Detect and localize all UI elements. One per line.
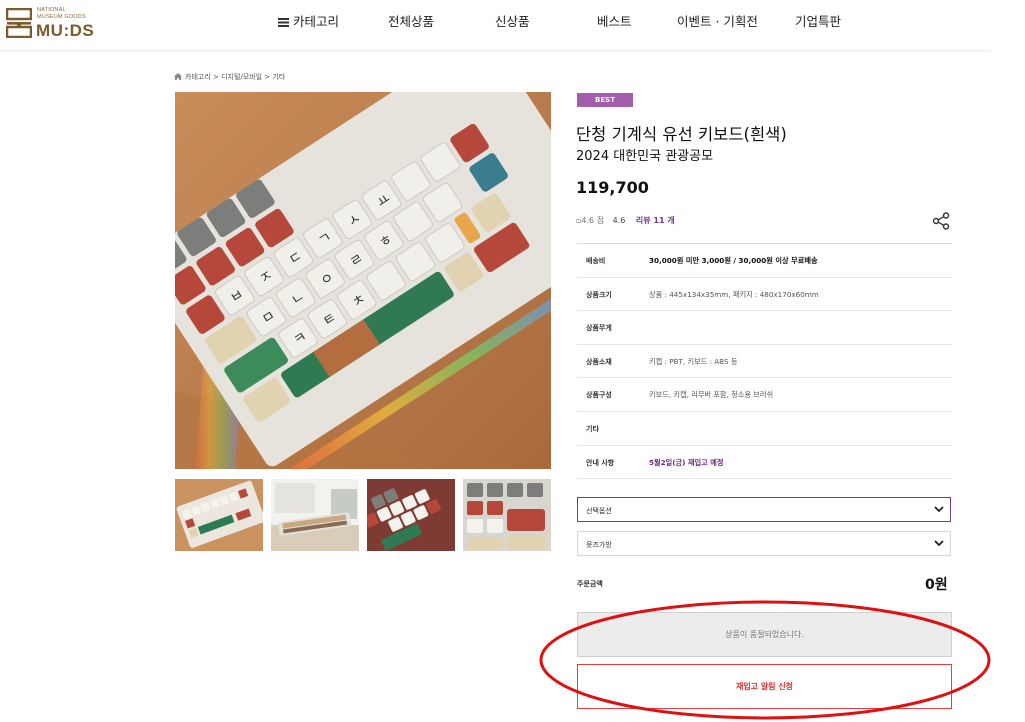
info-value: 상품 : 445x134x35mm, 패키지 : 480x170x60mm (649, 289, 819, 299)
info-label: 상품크기 (586, 290, 612, 299)
soldout-button[interactable]: 상품이 품절되었습니다. (577, 612, 952, 657)
bag-select-value: 뮷즈가방 (586, 541, 612, 549)
rating-value: 4.6 (612, 216, 626, 225)
info-label: 기타 (586, 424, 599, 433)
home-icon[interactable] (174, 73, 182, 80)
order-amount-value: 0원 (925, 577, 948, 593)
bag-select[interactable]: 뮷즈가방 (577, 531, 951, 556)
logo-small-text: NATIONAL MUSEUM GOODS (37, 7, 86, 20)
review-link[interactable]: 리뷰 11 개 (636, 216, 675, 225)
info-row-notice: 안내 사항 5월2일(금) 재입고 예정 (577, 446, 952, 480)
nav-best[interactable]: 베스트 (597, 11, 632, 30)
breadcrumb-text[interactable]: 카테고리 > 디지털/모바일 > 기타 (185, 73, 285, 81)
rating-image: ▫4.6 점 (576, 216, 605, 225)
info-label: 안내 사항 (586, 458, 615, 467)
nav-all-products[interactable]: 전체상품 (388, 11, 434, 30)
chevron-down-icon (934, 506, 944, 513)
info-label: 상품구성 (586, 391, 612, 400)
logo-mark-icon (6, 8, 32, 38)
info-value: 5월2일(금) 재입고 예정 (649, 457, 724, 467)
thumbnail-image (463, 479, 551, 551)
info-value: 키보드, 키캡, 리무버 포함, 청소용 브러쉬 (649, 390, 774, 400)
option-select[interactable]: 선택옵션 (577, 497, 951, 522)
breadcrumb: 카테고리 > 디지털/모바일 > 기타 (174, 72, 285, 82)
nav-new-products[interactable]: 신상품 (495, 11, 530, 30)
product-subtitle: 2024 대한민국 관광공모 (576, 149, 714, 164)
restock-alert-button[interactable]: 재입고 알림 신청 (577, 664, 952, 709)
site-logo[interactable]: NATIONAL MUSEUM GOODS MU:DS (6, 6, 96, 40)
product-title: 단청 기계식 유선 키보드(흰색) (576, 125, 787, 144)
product-thumbnail-1[interactable] (175, 479, 263, 551)
info-row-composition: 상품구성 키보드, 키캡, 리무버 포함, 청소용 브러쉬 (577, 378, 952, 412)
product-thumbnail-3[interactable] (367, 479, 455, 551)
info-row-etc: 기타 (577, 412, 952, 446)
info-row-weight: 상품무게 (577, 311, 952, 345)
info-row-size: 상품크기 상품 : 445x134x35mm, 패키지 : 480x170x60… (577, 278, 952, 312)
site-header: NATIONAL MUSEUM GOODS MU:DS 카테고리 전체상품 신상… (0, 0, 990, 51)
option-select-value: 선택옵션 (586, 507, 612, 515)
order-amount-label: 주문금액 (577, 580, 603, 588)
product-main-image[interactable]: ㅂㅈㄷ ㄱㅅㅛ ㅁㄴㅇ ㄹㅎ ㅋㅌㅊ (175, 92, 551, 469)
chevron-down-icon (934, 540, 944, 547)
menu-icon (278, 18, 289, 27)
thumbnail-image (271, 479, 359, 551)
thumbnail-image (175, 479, 263, 551)
product-info-table: 배송비 30,000원 미만 3,000원 / 30,000원 이상 무료배송 … (577, 243, 952, 480)
info-label: 상품소재 (586, 357, 612, 366)
info-value: 키캡 : PBT, 키보드 : ABS 등 (649, 356, 738, 366)
share-icon[interactable] (932, 212, 950, 230)
nav-events[interactable]: 이벤트 · 기획전 (677, 11, 758, 30)
keyboard-photo: ㅂㅈㄷ ㄱㅅㅛ ㅁㄴㅇ ㄹㅎ ㅋㅌㅊ (175, 92, 551, 469)
thumbnail-image (367, 479, 455, 551)
info-row-material: 상품소재 키캡 : PBT, 키보드 : ABS 등 (577, 345, 952, 379)
info-row-shipping: 배송비 30,000원 미만 3,000원 / 30,000원 이상 무료배송 (577, 244, 952, 278)
logo-wordmark: MU:DS (36, 21, 95, 40)
best-badge: BEST (577, 93, 633, 107)
product-thumbnail-2[interactable] (271, 479, 359, 551)
info-label: 상품무게 (586, 324, 612, 333)
nav-corporate[interactable]: 기업특판 (795, 11, 841, 30)
info-label: 배송비 (586, 257, 606, 265)
product-price: 119,700 (576, 178, 649, 197)
product-thumbnail-4[interactable] (463, 479, 551, 551)
rating-row: ▫4.6 점 4.6 리뷰 11 개 (576, 215, 675, 226)
nav-category[interactable]: 카테고리 (278, 11, 339, 30)
info-value: 30,000원 미만 3,000원 / 30,000원 이상 무료배송 (649, 256, 818, 265)
